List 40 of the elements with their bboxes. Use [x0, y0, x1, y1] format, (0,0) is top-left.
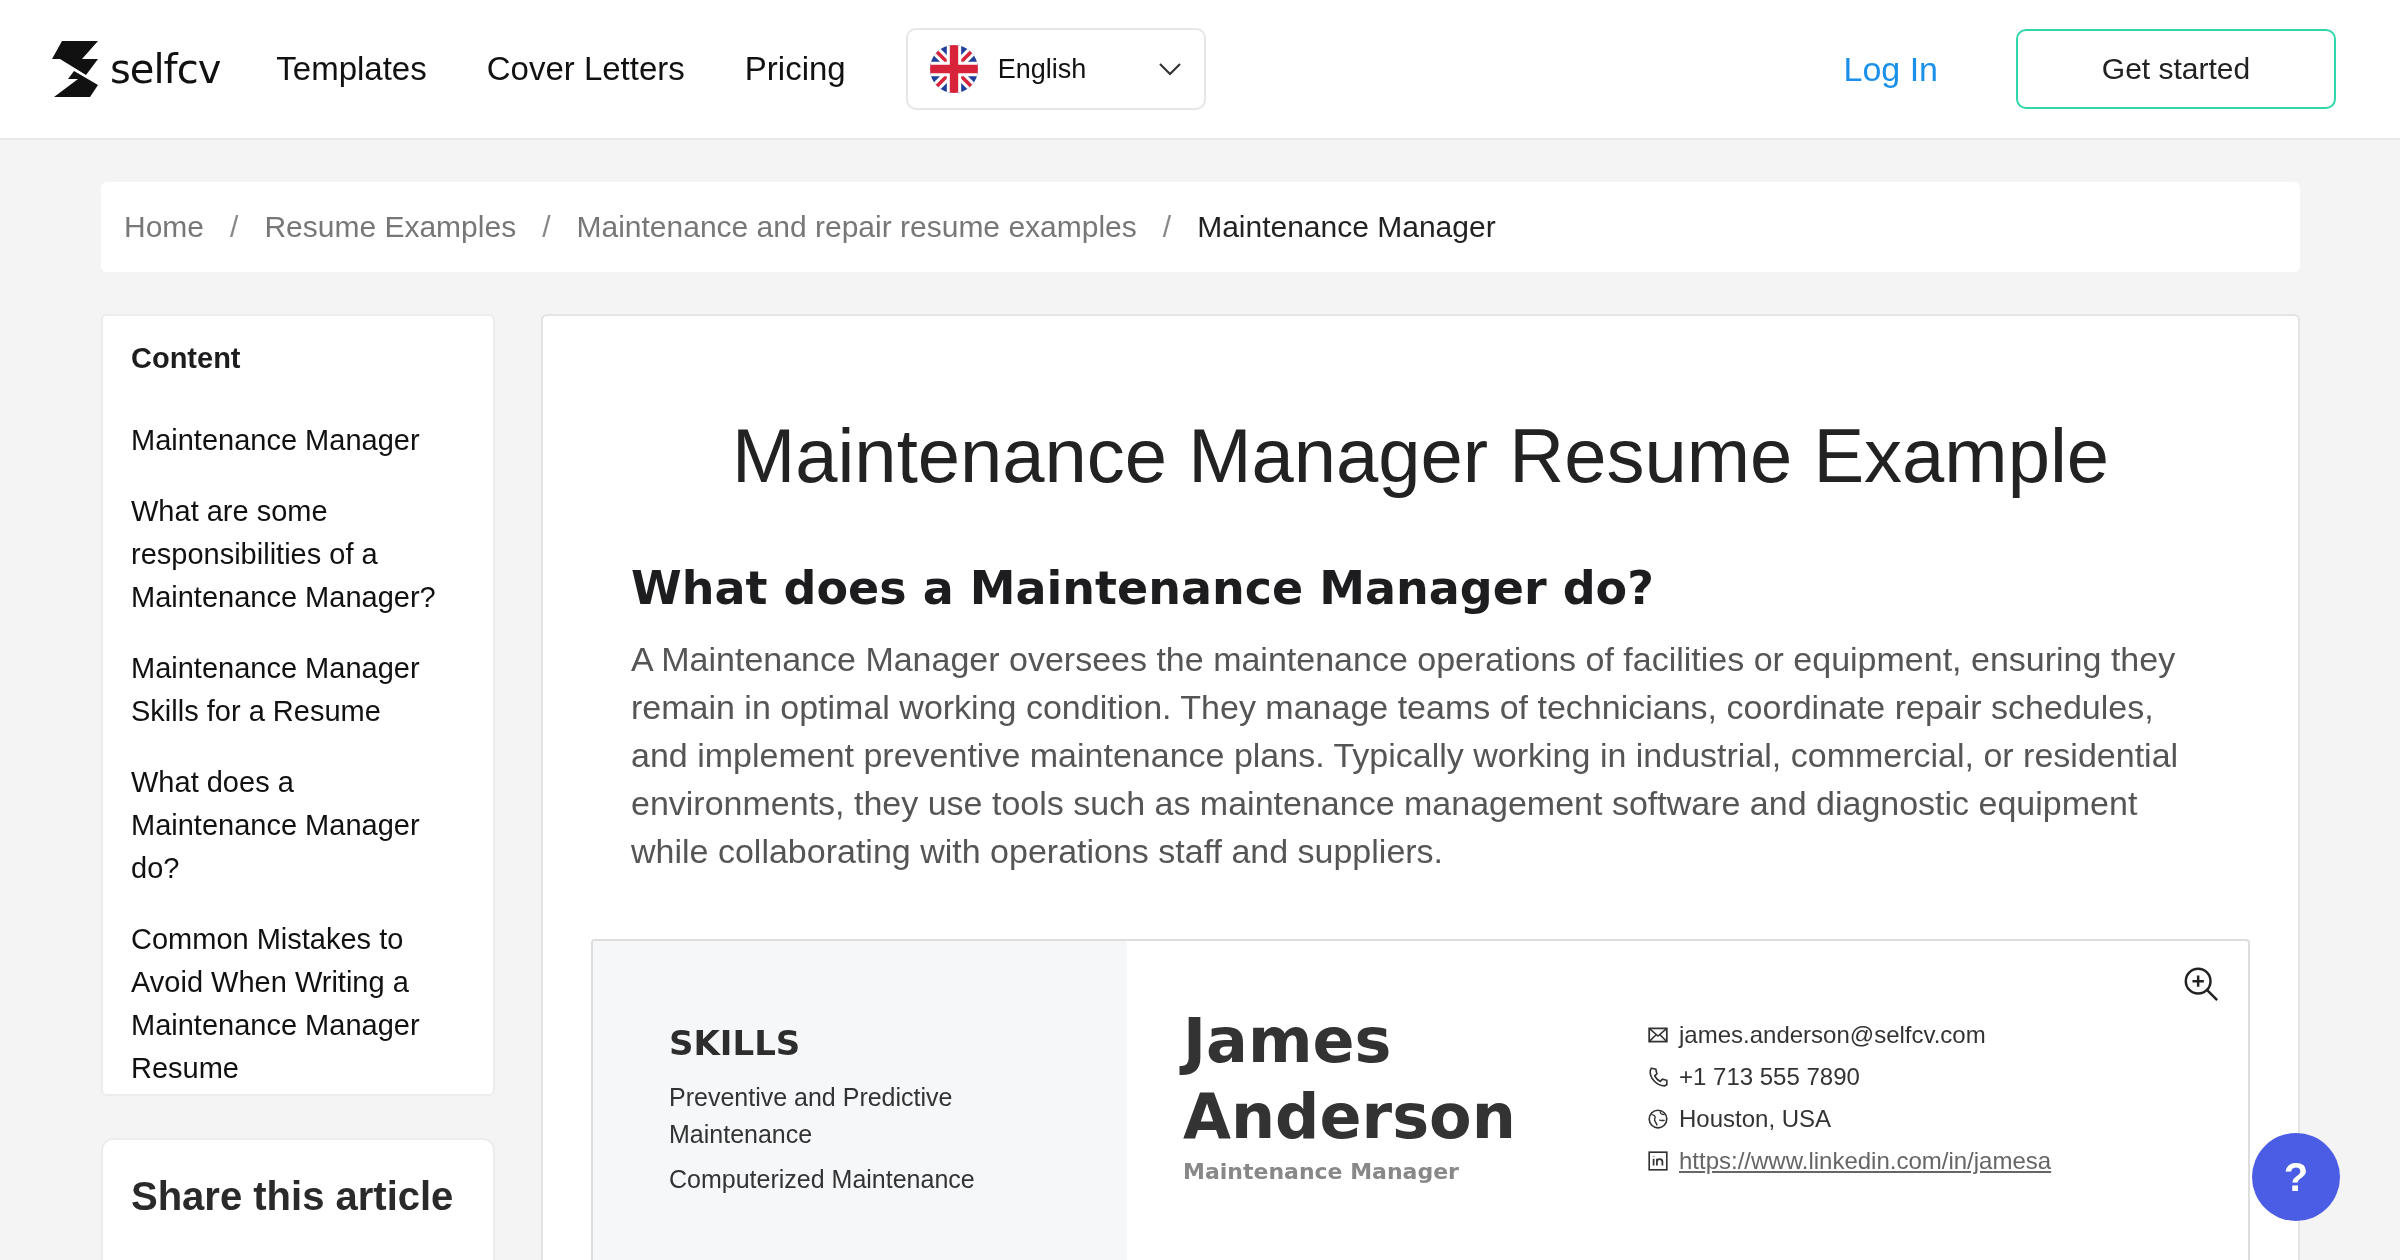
breadcrumb-separator: / [542, 210, 551, 244]
profile-link[interactable]: https://www.linkedin.com/in/jamesa [1679, 1147, 2052, 1175]
contact-text: +1 713 555 7890 [1679, 1063, 1860, 1091]
get-started-button[interactable]: Get started [2016, 29, 2336, 109]
section-heading: What does a Maintenance Manager do? [631, 561, 1655, 615]
contents-link[interactable]: What does a Maintenance Manager do? [131, 761, 465, 890]
logo-text[interactable]: selfcv [110, 46, 221, 92]
zoom-in-icon[interactable] [2182, 965, 2220, 1003]
chevron-down-icon [1157, 62, 1182, 76]
contents-title: Content [131, 342, 242, 375]
skill-item: Computerized Maintenance [669, 1164, 976, 1195]
globe-icon [1647, 1108, 1669, 1130]
breadcrumb-link[interactable]: Maintenance and repair resume examples [576, 210, 1137, 244]
breadcrumb-separator: / [1162, 210, 1172, 244]
breadcrumb-link[interactable]: Home [124, 210, 205, 244]
contact-text: Houston, USA [1679, 1105, 1832, 1133]
breadcrumb-link[interactable]: Resume Examples [264, 210, 517, 244]
language-select[interactable]: English [905, 28, 1206, 110]
contents-link[interactable]: Maintenance Manager Skills for a Resume [131, 647, 465, 733]
contact-text: james.anderson@selfcv.com [1679, 1021, 1986, 1049]
nav-link[interactable]: Cover Letters [486, 50, 685, 88]
contents-link[interactable]: Maintenance Manager [131, 419, 465, 462]
nav-link[interactable]: Templates [276, 50, 427, 88]
article-paragraph: A Maintenance Manager oversees the maintenance operations of facilities or equipment, ensuring they remain in optimal working condition. They manage teams of technicians, coordinate repair schedules, and implement preventive maintenance plans. Typically working in industrial, commercial, or residential environments, they use tools such as maintenance management software and diagnostic equipment while collaborating with operations staff and suppliers. [631, 639, 2180, 872]
job-title: Maintenance Manager [1183, 1159, 1460, 1184]
flag-icon [929, 45, 978, 93]
skills-heading: SKILLS [669, 1023, 802, 1063]
help-button[interactable]: ? [2252, 1133, 2340, 1221]
share-title: Share this article [131, 1174, 455, 1219]
phone-icon [1647, 1066, 1669, 1088]
article-title: Maintenance Manager Resume Example [730, 412, 2111, 499]
logo-icon[interactable] [52, 41, 100, 97]
contents-link[interactable]: Common Mistakes to Avoid When Writing a Maintenance Manager Resume [131, 918, 465, 1090]
contents-link[interactable]: What are some responsibilities of a Maintenance Manager? [131, 490, 465, 619]
resume-preview[interactable]: SKILLS Preventive and Predictive Maintenance Computerized Maintenance James Anderson Maintenance Manager james.anderson@selfcv.com +1 713 555 7890 Houston, USA https://www.linkedin.com/in/jamesa [591, 939, 2250, 1260]
linkedin-icon [1647, 1150, 1669, 1172]
skill-item: Preventive and Predictive Maintenance [669, 1082, 954, 1150]
breadcrumb-separator: / [230, 210, 239, 244]
nav-link[interactable]: Pricing [744, 50, 846, 88]
current-page-label: Maintenance Manager [1197, 210, 1496, 244]
